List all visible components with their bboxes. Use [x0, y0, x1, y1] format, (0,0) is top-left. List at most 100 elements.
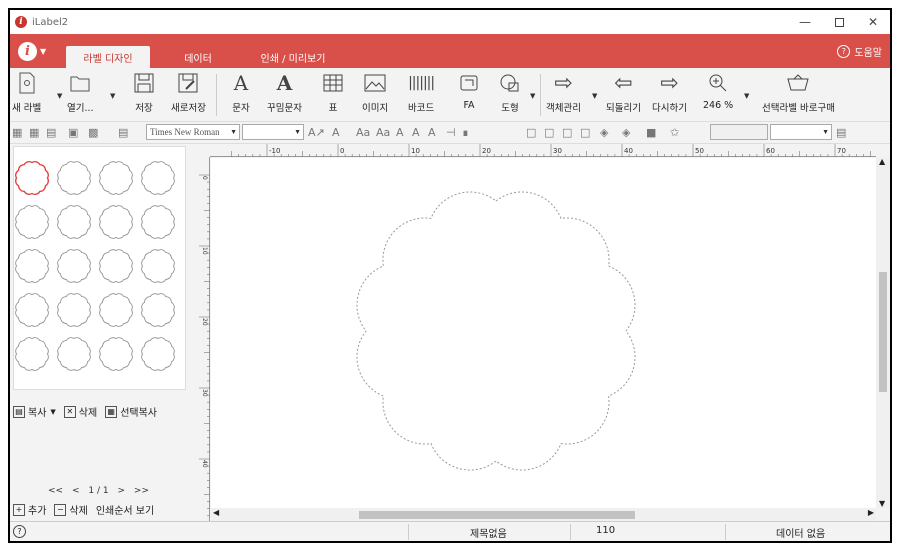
rotate-text-icon[interactable]: ⊣ [446, 126, 456, 139]
arrange-icon[interactable]: ▤ [118, 126, 128, 139]
tab-label-design[interactable]: 라벨 디자인 [66, 46, 150, 68]
scroll-down-icon[interactable]: ▼ [879, 499, 885, 508]
copy-format-icon[interactable]: ▤ [836, 126, 846, 139]
fancy-text-button[interactable]: A 꾸밈문자 [267, 70, 302, 114]
line-width-select[interactable] [710, 124, 768, 140]
first-page-button[interactable]: << [48, 486, 63, 496]
text-button[interactable]: A 문자 [228, 70, 254, 114]
image-button[interactable]: 이미지 [362, 70, 388, 114]
vertical-scroll-thumb[interactable] [879, 272, 887, 392]
copy-button[interactable]: ▤ 복사 ▼ [13, 404, 56, 419]
label-thumbnail[interactable] [141, 205, 175, 239]
line-style-icon[interactable]: ■ [646, 126, 656, 139]
buy-label-button[interactable]: 선택라벨 바로구매 [762, 70, 835, 114]
object-manage-dropdown-icon[interactable]: ▼ [592, 92, 597, 100]
bold-icon[interactable]: A [412, 126, 420, 139]
select-copy-button[interactable]: ▦ 선택복사 [105, 404, 157, 419]
prev-page-button[interactable]: < [72, 486, 80, 496]
label-thumbnail[interactable] [15, 205, 49, 239]
next-page-button[interactable]: > [117, 486, 125, 496]
maximize-button[interactable] [822, 10, 856, 34]
text-color-icon[interactable]: A↗ [308, 126, 325, 139]
lock-icon[interactable]: ▣ [68, 126, 78, 139]
table-button[interactable]: 표 [320, 70, 346, 114]
wand-icon[interactable]: ∎ [462, 126, 469, 139]
barcode-button[interactable]: ||||||| 바코드 [408, 70, 435, 114]
redo-button[interactable]: ⇨ 다시하기 [652, 70, 687, 115]
horizontal-scroll-thumb[interactable] [359, 511, 635, 519]
help-icon[interactable]: ? [13, 525, 26, 538]
label-thumbnail[interactable] [141, 161, 175, 195]
new-label-dropdown-icon[interactable]: ▼ [57, 92, 62, 100]
minimize-button[interactable]: — [788, 10, 822, 34]
design-canvas[interactable] [211, 158, 876, 508]
shape-dropdown-icon[interactable]: ▼ [530, 92, 535, 100]
font-size-select[interactable]: ▼ [242, 124, 304, 140]
scroll-left-icon[interactable]: ◀ [213, 508, 219, 517]
chevron-down-icon: ▼ [40, 47, 47, 56]
font-size-up-icon[interactable]: Aa [356, 126, 370, 139]
add-button[interactable]: + 추가 [13, 502, 46, 517]
zoom-dropdown-icon[interactable]: ▼ [744, 92, 749, 100]
border-icon[interactable]: □ [580, 126, 590, 139]
label-thumbnail[interactable] [57, 205, 91, 239]
shape-button[interactable]: 도형 [497, 70, 523, 114]
layer-icon[interactable]: ▩ [88, 126, 98, 139]
label-thumbnail[interactable] [99, 337, 133, 371]
last-page-button[interactable]: >> [134, 486, 149, 496]
effect-icon[interactable]: ✩ [670, 126, 679, 139]
label-thumbnail[interactable] [15, 337, 49, 371]
label-thumbnail[interactable] [99, 205, 133, 239]
zoom-button[interactable]: 246 % [703, 70, 733, 111]
print-order-button[interactable]: 인쇄순서 보기 [96, 502, 154, 517]
app-menu-button[interactable]: i ▼ [18, 42, 46, 61]
grid-icon[interactable]: ▦ [29, 126, 39, 139]
delete-button[interactable]: ✕ 삭제 [63, 404, 97, 419]
vertical-scrollbar[interactable]: ▲ ▼ [876, 157, 890, 508]
fill-icon[interactable]: ◈ [622, 126, 630, 139]
border-icon[interactable]: □ [562, 126, 572, 139]
open-dropdown-icon[interactable]: ▼ [110, 92, 115, 100]
border-icon[interactable]: □ [526, 126, 536, 139]
help-button[interactable]: ? 도움말 [837, 44, 882, 59]
border-icon[interactable]: □ [544, 126, 554, 139]
label-thumbnail[interactable] [15, 249, 49, 283]
label-thumbnail[interactable] [15, 293, 49, 327]
scroll-right-icon[interactable]: ▶ [868, 508, 874, 517]
label-thumbnail-selected[interactable] [15, 161, 49, 195]
highlight-icon[interactable]: A [332, 126, 340, 139]
label-thumbnail[interactable] [99, 293, 133, 327]
save-as-button[interactable]: 새로저장 [171, 70, 206, 114]
remove-button[interactable]: − 삭제 [54, 502, 88, 517]
label-thumbnail[interactable] [57, 161, 91, 195]
label-thumbnail[interactable] [57, 293, 91, 327]
label-shape[interactable] [211, 158, 876, 508]
object-manage-button[interactable]: ⇨ 객체관리 [546, 70, 581, 115]
scalloped-label-outline[interactable] [356, 191, 636, 471]
tab-data[interactable]: 데이터 [170, 46, 226, 68]
clipboard-icon[interactable]: ▤ [46, 126, 56, 139]
line-color-select[interactable]: ▼ [770, 124, 832, 140]
open-button[interactable]: 열기... [67, 70, 94, 114]
new-label-button[interactable]: 새 라벨 [12, 70, 41, 114]
fill-icon[interactable]: ◈ [600, 126, 608, 139]
label-thumbnail[interactable] [141, 249, 175, 283]
label-thumbnail[interactable] [141, 337, 175, 371]
align-icon[interactable]: ▦ [12, 126, 22, 139]
outline-text-icon[interactable]: A [428, 126, 436, 139]
horizontal-scrollbar[interactable]: ◀ ▶ [211, 508, 876, 521]
scroll-up-icon[interactable]: ▲ [879, 157, 885, 166]
text-style-icon[interactable]: A [396, 126, 404, 139]
fa-button[interactable]: FA [456, 70, 482, 111]
close-button[interactable]: ✕ [856, 10, 890, 34]
font-size-down-icon[interactable]: Aa [376, 126, 390, 139]
label-thumbnail[interactable] [57, 337, 91, 371]
label-thumbnail[interactable] [99, 249, 133, 283]
save-button[interactable]: 저장 [131, 70, 157, 114]
font-name-select[interactable]: Times New Roman ▼ [146, 124, 240, 140]
label-thumbnail[interactable] [57, 249, 91, 283]
tab-print-preview[interactable]: 인쇄 / 미리보기 [248, 46, 338, 68]
label-thumbnail[interactable] [99, 161, 133, 195]
undo-button[interactable]: ⇦ 되돌리기 [606, 70, 641, 115]
label-thumbnail[interactable] [141, 293, 175, 327]
